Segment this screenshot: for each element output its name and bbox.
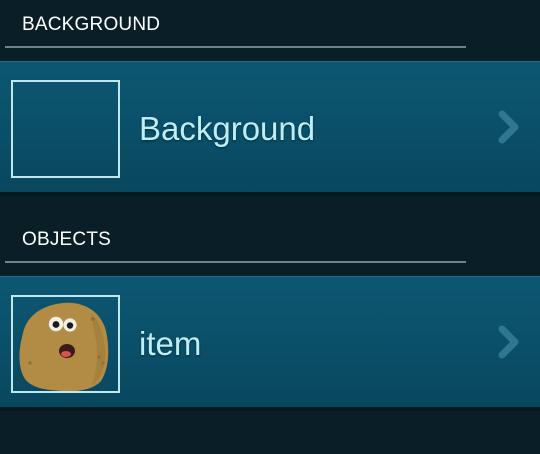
list-item-object[interactable]: item <box>0 276 540 407</box>
chevron-right-icon <box>498 110 519 144</box>
potato-character-thumbnail <box>11 295 120 393</box>
empty-background-thumbnail <box>11 80 120 178</box>
section-header-objects: OBJECTS <box>0 215 540 275</box>
section-divider <box>5 261 466 263</box>
list-item-label: item <box>139 325 202 362</box>
potato-character-icon <box>19 302 109 391</box>
section-divider <box>5 46 466 48</box>
list-item-background[interactable]: Background <box>0 61 540 192</box>
section-header-background: BACKGROUND <box>0 0 540 60</box>
list-item-label: Background <box>139 110 316 147</box>
section-header-label: BACKGROUND <box>22 14 161 35</box>
chevron-right-icon <box>498 325 519 359</box>
section-header-label: OBJECTS <box>22 229 112 250</box>
